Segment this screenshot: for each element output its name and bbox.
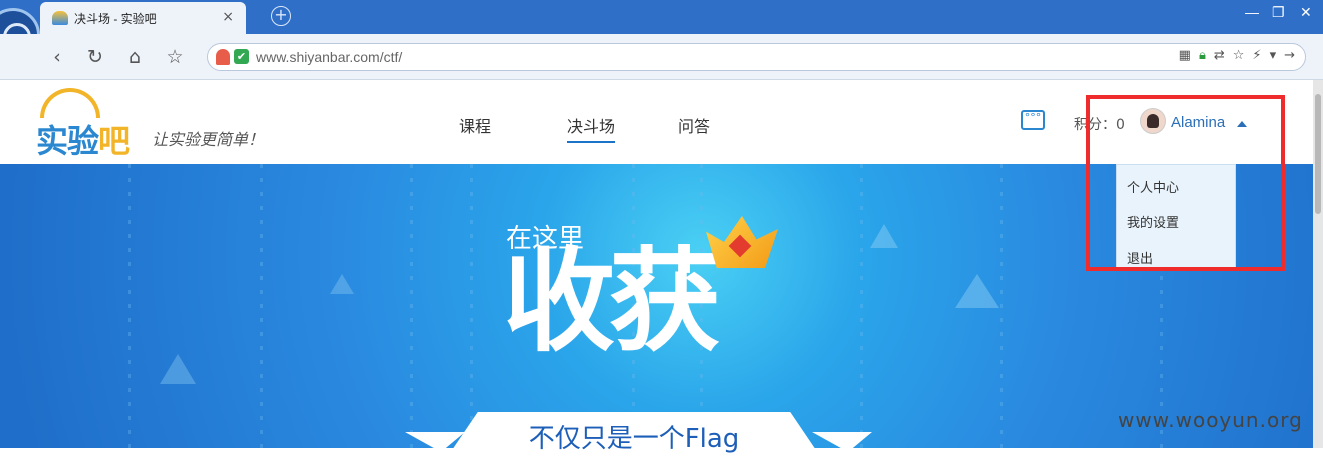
star-icon[interactable]: ☆ (1233, 48, 1245, 63)
maximize-button[interactable]: ❐ (1272, 4, 1285, 21)
bookmark-star-button[interactable]: ☆ (164, 46, 186, 68)
browser-tab[interactable]: 决斗场 - 实验吧 × (40, 2, 246, 34)
ribbon-right-decoration (812, 432, 872, 452)
nav-duel-arena[interactable]: 决斗场 (567, 113, 616, 143)
address-bar[interactable]: ✔ www.shiyanbar.com/ctf/ ▦ 🔒︎ ⇄ ☆ ⚡︎ ▾ → (207, 43, 1306, 71)
bolt-icon[interactable]: ⚡︎ (1252, 48, 1261, 63)
forward-icon[interactable]: → (1284, 48, 1295, 63)
message-icon[interactable]: °°° (1021, 110, 1045, 130)
website: 实验吧 让实验更简单！ 课程 决斗场 问答 °°° 积分：0 Alamina 在… (0, 80, 1313, 456)
secure-check-icon: ✔ (234, 49, 249, 64)
scrollbar-thumb[interactable] (1315, 94, 1321, 214)
dropdown-icon[interactable]: ▾ (1270, 48, 1277, 63)
nav-courses[interactable]: 课程 (459, 113, 491, 137)
banner-subtitle: 不仅只是一个Flag (528, 424, 740, 454)
reload-button[interactable]: ↻ (84, 46, 106, 68)
url-text[interactable]: www.shiyanbar.com/ctf/ (256, 49, 402, 65)
tab-title: 决斗场 - 实验吧 (74, 11, 157, 26)
red-highlight-box (1086, 95, 1285, 271)
back-button[interactable]: ‹ (46, 46, 68, 68)
banner-headline: 收获 (503, 237, 721, 367)
logo-arc-icon (40, 88, 100, 118)
lock-icon[interactable]: 🔒︎ (1199, 48, 1206, 63)
close-window-button[interactable]: ✕ (1300, 4, 1312, 21)
site-favicon-icon (52, 11, 68, 25)
site-logo[interactable]: 实验吧 (36, 116, 130, 162)
tab-close-icon[interactable]: × (222, 9, 234, 25)
logo-text: 实验吧 (36, 122, 130, 160)
home-button[interactable]: ⌂ (124, 46, 146, 68)
watermark: www.wooyun.org (1118, 408, 1303, 432)
new-tab-button[interactable]: + (271, 6, 291, 26)
logo-highlight-text: 吧 (98, 122, 130, 160)
translate-icon[interactable]: ⇄ (1214, 48, 1225, 63)
browser-titlebar: 决斗场 - 实验吧 × + — ❐ ✕ (0, 0, 1323, 62)
page-scrollbar[interactable] (1313, 80, 1323, 448)
site-slogan: 让实验更简单！ (152, 130, 265, 149)
nav-qa[interactable]: 问答 (678, 113, 710, 137)
minimize-button[interactable]: — (1245, 4, 1259, 20)
browser-toolbar: ‹ ↻ ⌂ ☆ ✔ www.shiyanbar.com/ctf/ ▦ 🔒︎ ⇄ … (0, 34, 1323, 80)
rocket-icon (216, 49, 230, 65)
qr-code-icon[interactable]: ▦ (1179, 48, 1191, 63)
